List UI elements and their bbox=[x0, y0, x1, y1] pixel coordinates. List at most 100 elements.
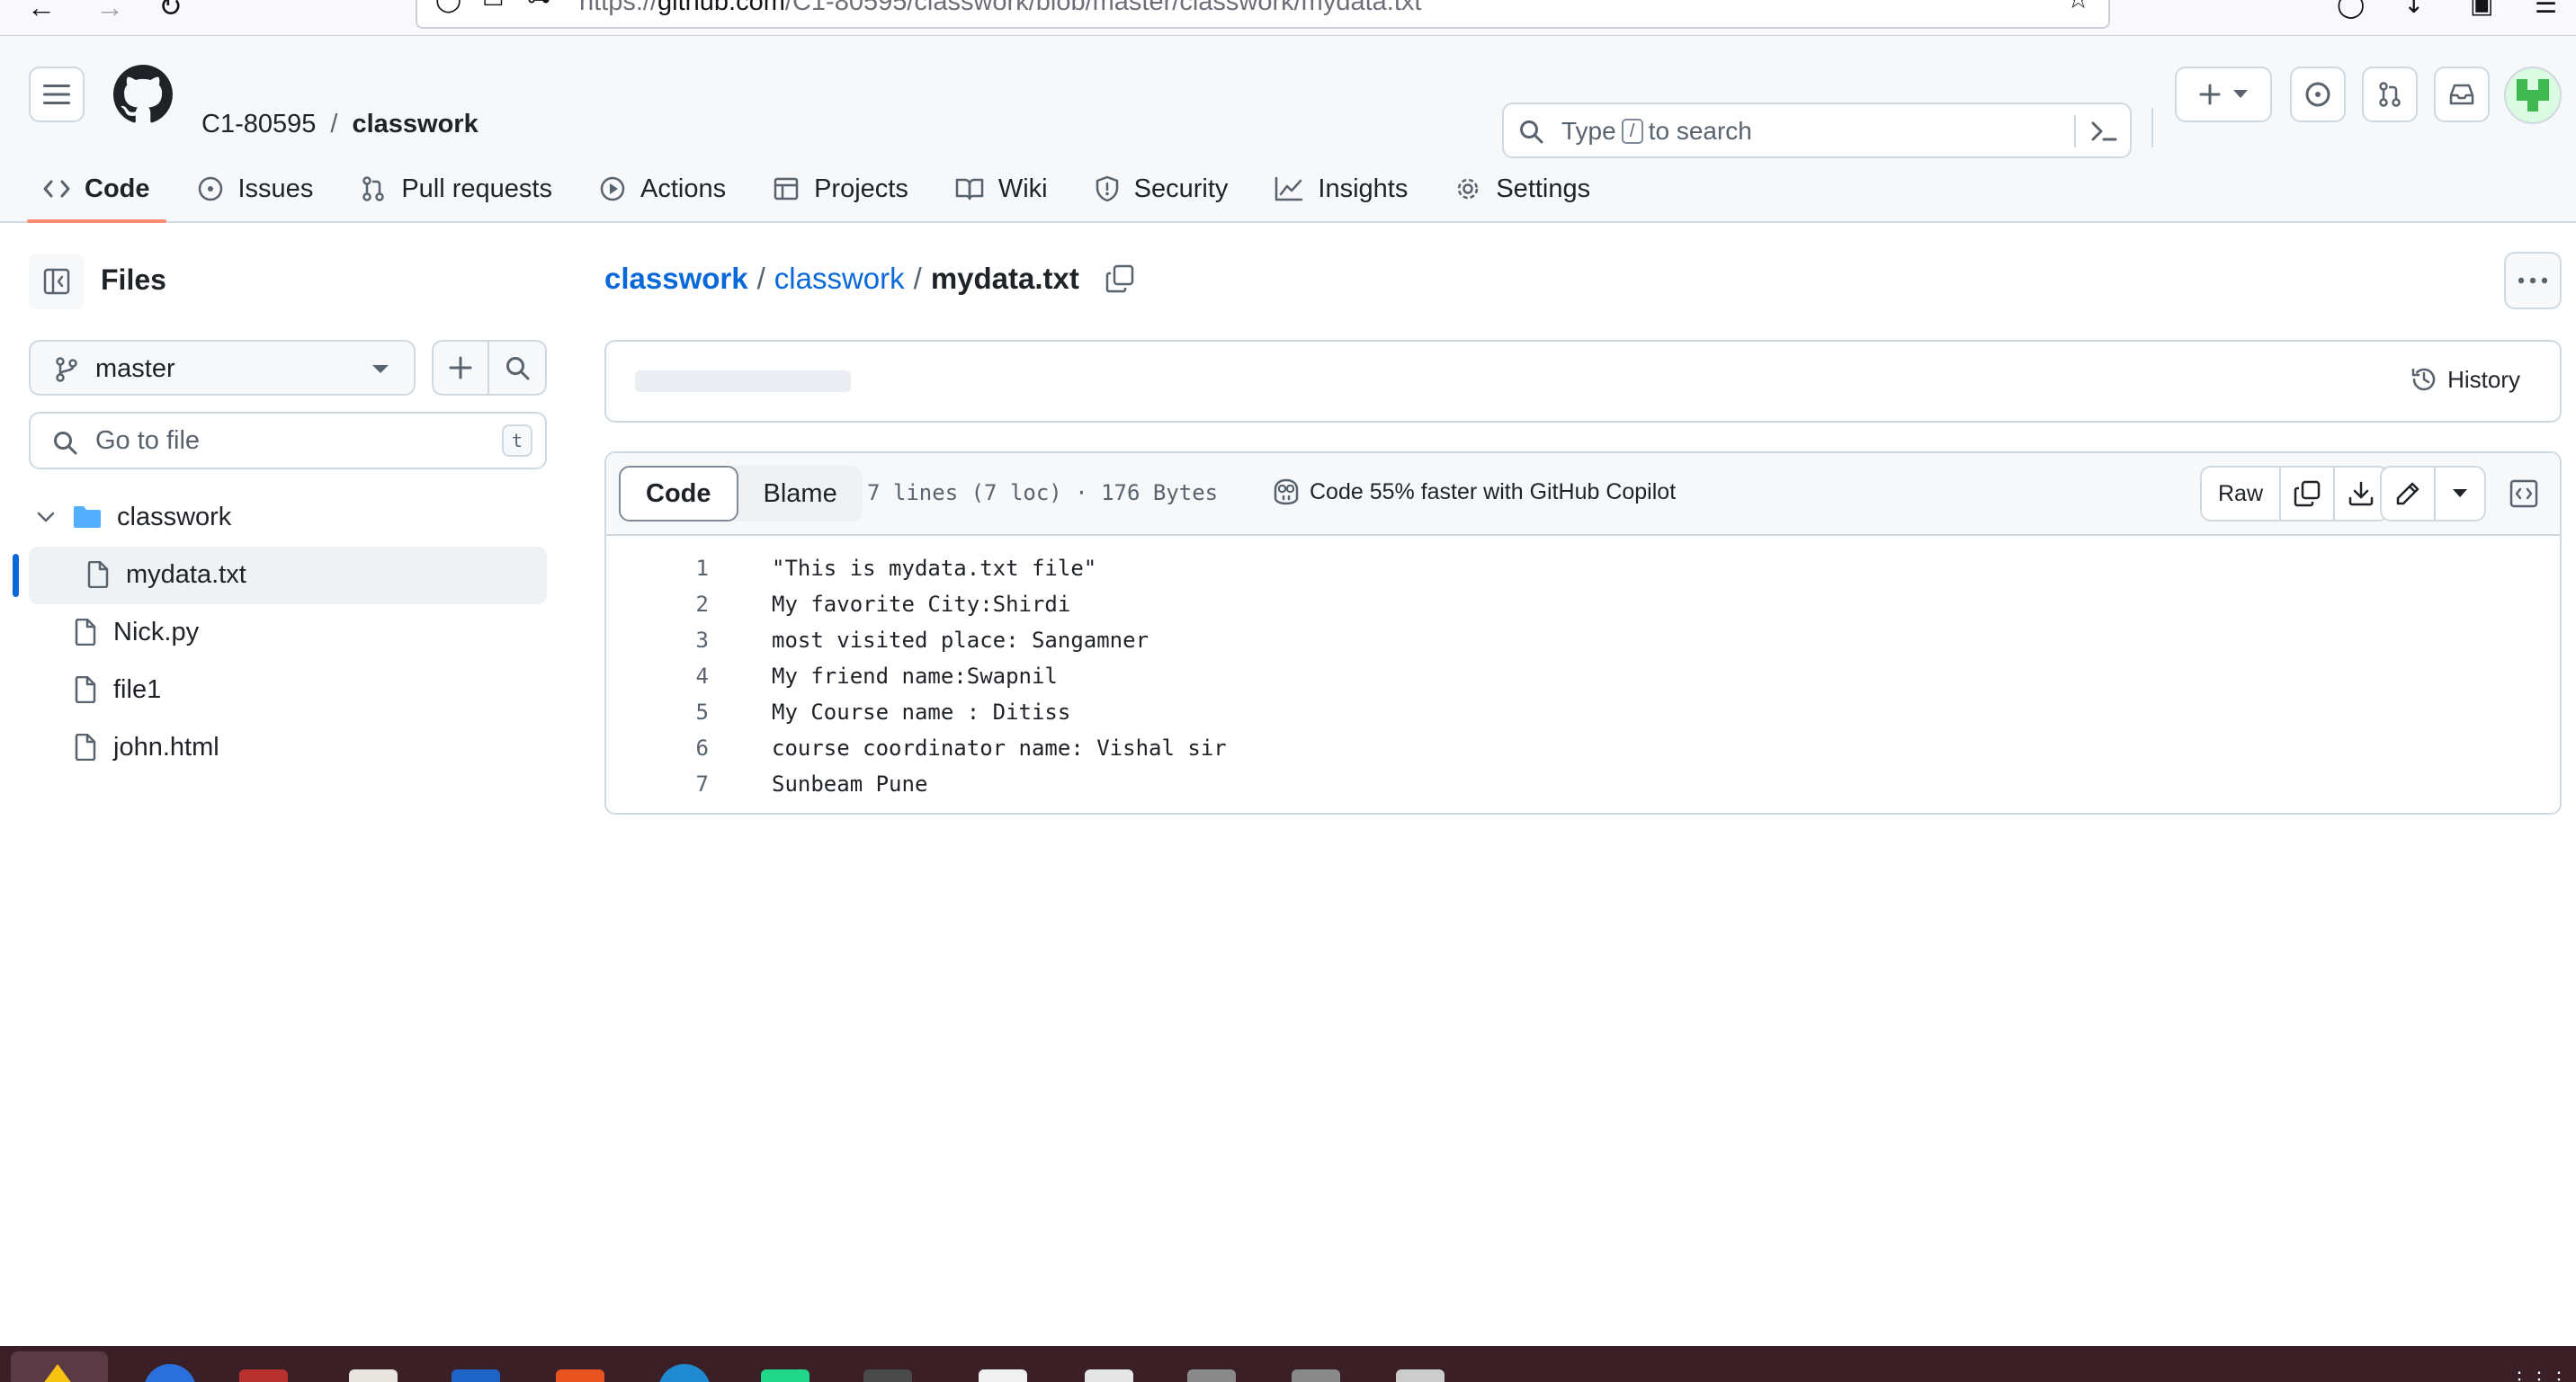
tab-insights-label: Insights bbox=[1318, 174, 1409, 203]
search-placeholder-start: Type bbox=[1561, 117, 1616, 145]
command-palette-icon[interactable] bbox=[2090, 119, 2117, 144]
history-label: History bbox=[2447, 365, 2520, 393]
permissions-icon[interactable]: ⊶ bbox=[527, 0, 550, 13]
address-bar[interactable]: ◯ ▭ ⊶ https://github.com/C1-80595/classw… bbox=[416, 0, 2110, 29]
copy-path-icon[interactable] bbox=[1105, 263, 1135, 294]
code-view-button[interactable]: Code bbox=[619, 466, 738, 522]
tab-insights[interactable]: Insights bbox=[1258, 162, 1424, 216]
downloads-icon[interactable]: ↧ bbox=[2403, 0, 2424, 19]
copilot-promo-link[interactable]: Code 55% faster with GitHub Copilot bbox=[1272, 478, 1676, 505]
line-number[interactable]: 1 bbox=[606, 556, 709, 581]
pycharm-icon[interactable] bbox=[761, 1369, 809, 1382]
document-icon[interactable] bbox=[979, 1369, 1027, 1382]
go-to-file-input[interactable]: Go to file t bbox=[29, 412, 547, 469]
app-icon[interactable] bbox=[1187, 1369, 1236, 1382]
tab-pull-requests[interactable]: Pull requests bbox=[344, 162, 568, 216]
browser-icon[interactable] bbox=[144, 1364, 196, 1382]
search-input[interactable]: Type / to search bbox=[1502, 103, 2132, 158]
add-file-button[interactable] bbox=[434, 342, 489, 394]
line-number[interactable]: 5 bbox=[606, 700, 709, 725]
tab-wiki[interactable]: Wiki bbox=[939, 162, 1064, 216]
code-line: 6 course coordinator name: Vishal sir bbox=[606, 730, 2560, 766]
vscode-icon[interactable] bbox=[658, 1364, 711, 1382]
blame-view-button[interactable]: Blame bbox=[738, 466, 863, 522]
files-app-icon[interactable] bbox=[239, 1369, 288, 1382]
graph-icon bbox=[1275, 176, 1303, 201]
text-editor-icon[interactable] bbox=[349, 1369, 398, 1382]
github-header: C1-80595 / classwork Type / to search Co… bbox=[0, 36, 2576, 223]
line-text: My Course name : Ditiss bbox=[772, 700, 1071, 725]
bookmark-star-icon[interactable]: ☆ bbox=[2066, 0, 2090, 15]
terminal-icon[interactable] bbox=[863, 1369, 912, 1382]
repo-name-link[interactable]: classwork bbox=[352, 110, 478, 139]
go-to-file-shortcut: t bbox=[502, 424, 532, 457]
tab-code[interactable]: Code bbox=[27, 162, 166, 223]
file-action-group: Raw bbox=[2200, 466, 2390, 522]
symbols-panel-button[interactable] bbox=[2499, 466, 2549, 522]
line-text: Sunbeam Pune bbox=[772, 771, 928, 797]
store-icon[interactable] bbox=[556, 1369, 604, 1382]
pull-requests-button[interactable] bbox=[2362, 67, 2418, 122]
line-number[interactable]: 4 bbox=[606, 664, 709, 689]
more-options-button[interactable] bbox=[2504, 252, 2562, 309]
tree-item-file[interactable]: john.html bbox=[29, 719, 547, 775]
reload-icon[interactable]: ↻ bbox=[158, 0, 183, 23]
search-files-button[interactable] bbox=[489, 342, 545, 394]
create-new-button[interactable] bbox=[2175, 67, 2272, 122]
tab-projects[interactable]: Projects bbox=[756, 162, 925, 216]
tab-security[interactable]: Security bbox=[1078, 162, 1245, 216]
document-icon[interactable] bbox=[1085, 1369, 1133, 1382]
collapse-file-tree-button[interactable] bbox=[29, 254, 85, 309]
play-icon bbox=[600, 176, 625, 201]
breadcrumb-folder-link[interactable]: classwork bbox=[774, 262, 905, 296]
tab-issues[interactable]: Issues bbox=[181, 162, 330, 216]
repo-owner-link[interactable]: C1-80595 bbox=[201, 110, 316, 139]
tree-item-folder[interactable]: classwork bbox=[29, 489, 547, 545]
history-button[interactable]: History bbox=[2410, 365, 2520, 394]
breadcrumb-repo-link[interactable]: classwork bbox=[604, 262, 748, 296]
view-mode-toggle: Code Blame bbox=[619, 466, 863, 522]
tab-actions[interactable]: Actions bbox=[583, 162, 742, 216]
sidebar-collapse-icon bbox=[43, 268, 70, 295]
branch-selector[interactable]: master bbox=[29, 340, 416, 396]
edit-file-button[interactable] bbox=[2382, 468, 2436, 520]
raw-button[interactable]: Raw bbox=[2202, 468, 2282, 520]
git-pull-request-icon bbox=[2379, 82, 2401, 107]
line-number[interactable]: 7 bbox=[606, 771, 709, 797]
avatar[interactable] bbox=[2504, 67, 2562, 124]
triangle-down-icon bbox=[372, 365, 389, 373]
back-arrow-icon[interactable]: ← bbox=[27, 0, 56, 24]
tree-item-file-selected[interactable]: mydata.txt bbox=[29, 547, 547, 602]
app-icon[interactable] bbox=[1292, 1369, 1340, 1382]
search-shortcut-key: / bbox=[1621, 119, 1643, 144]
code-line: 1 "This is mydata.txt file" bbox=[606, 550, 2560, 586]
url-text[interactable]: https://github.com/C1-80595/classwork/bl… bbox=[579, 0, 1421, 17]
show-apps-icon[interactable]: ⋮⋮⋮ bbox=[2509, 1368, 2569, 1382]
pencil-icon bbox=[2396, 482, 2419, 505]
edit-action-group bbox=[2380, 466, 2486, 522]
forward-arrow-icon[interactable]: → bbox=[95, 0, 124, 24]
app-icon[interactable] bbox=[1396, 1369, 1445, 1382]
line-number[interactable]: 2 bbox=[606, 592, 709, 617]
inbox-button[interactable] bbox=[2434, 67, 2490, 122]
tracking-protection-icon[interactable]: ◯ bbox=[2337, 0, 2365, 19]
app-menu-icon[interactable]: ☰ bbox=[2535, 0, 2557, 19]
writer-icon[interactable] bbox=[452, 1369, 500, 1382]
global-menu-button[interactable] bbox=[29, 67, 85, 122]
git-branch-icon bbox=[56, 357, 77, 382]
tracking-shield-icon[interactable]: ◯ bbox=[435, 0, 461, 13]
code-content[interactable]: 1 "This is mydata.txt file" 2 My favorite … bbox=[606, 538, 2560, 802]
line-text: "This is mydata.txt file" bbox=[772, 556, 1097, 581]
copy-raw-button[interactable] bbox=[2281, 468, 2336, 520]
line-number[interactable]: 3 bbox=[606, 628, 709, 653]
tab-settings[interactable]: Settings bbox=[1438, 162, 1606, 216]
git-pull-request-icon bbox=[362, 176, 385, 201]
line-number[interactable]: 6 bbox=[606, 736, 709, 761]
edit-options-dropdown[interactable] bbox=[2436, 468, 2484, 520]
tree-item-file[interactable]: file1 bbox=[29, 662, 547, 718]
extensions-icon[interactable]: ▣ bbox=[2470, 0, 2493, 19]
tree-item-file[interactable]: Nick.py bbox=[29, 604, 547, 660]
issues-button[interactable] bbox=[2290, 67, 2346, 122]
page-lock-icon[interactable]: ▭ bbox=[482, 0, 505, 13]
github-logo-icon[interactable] bbox=[113, 65, 173, 124]
